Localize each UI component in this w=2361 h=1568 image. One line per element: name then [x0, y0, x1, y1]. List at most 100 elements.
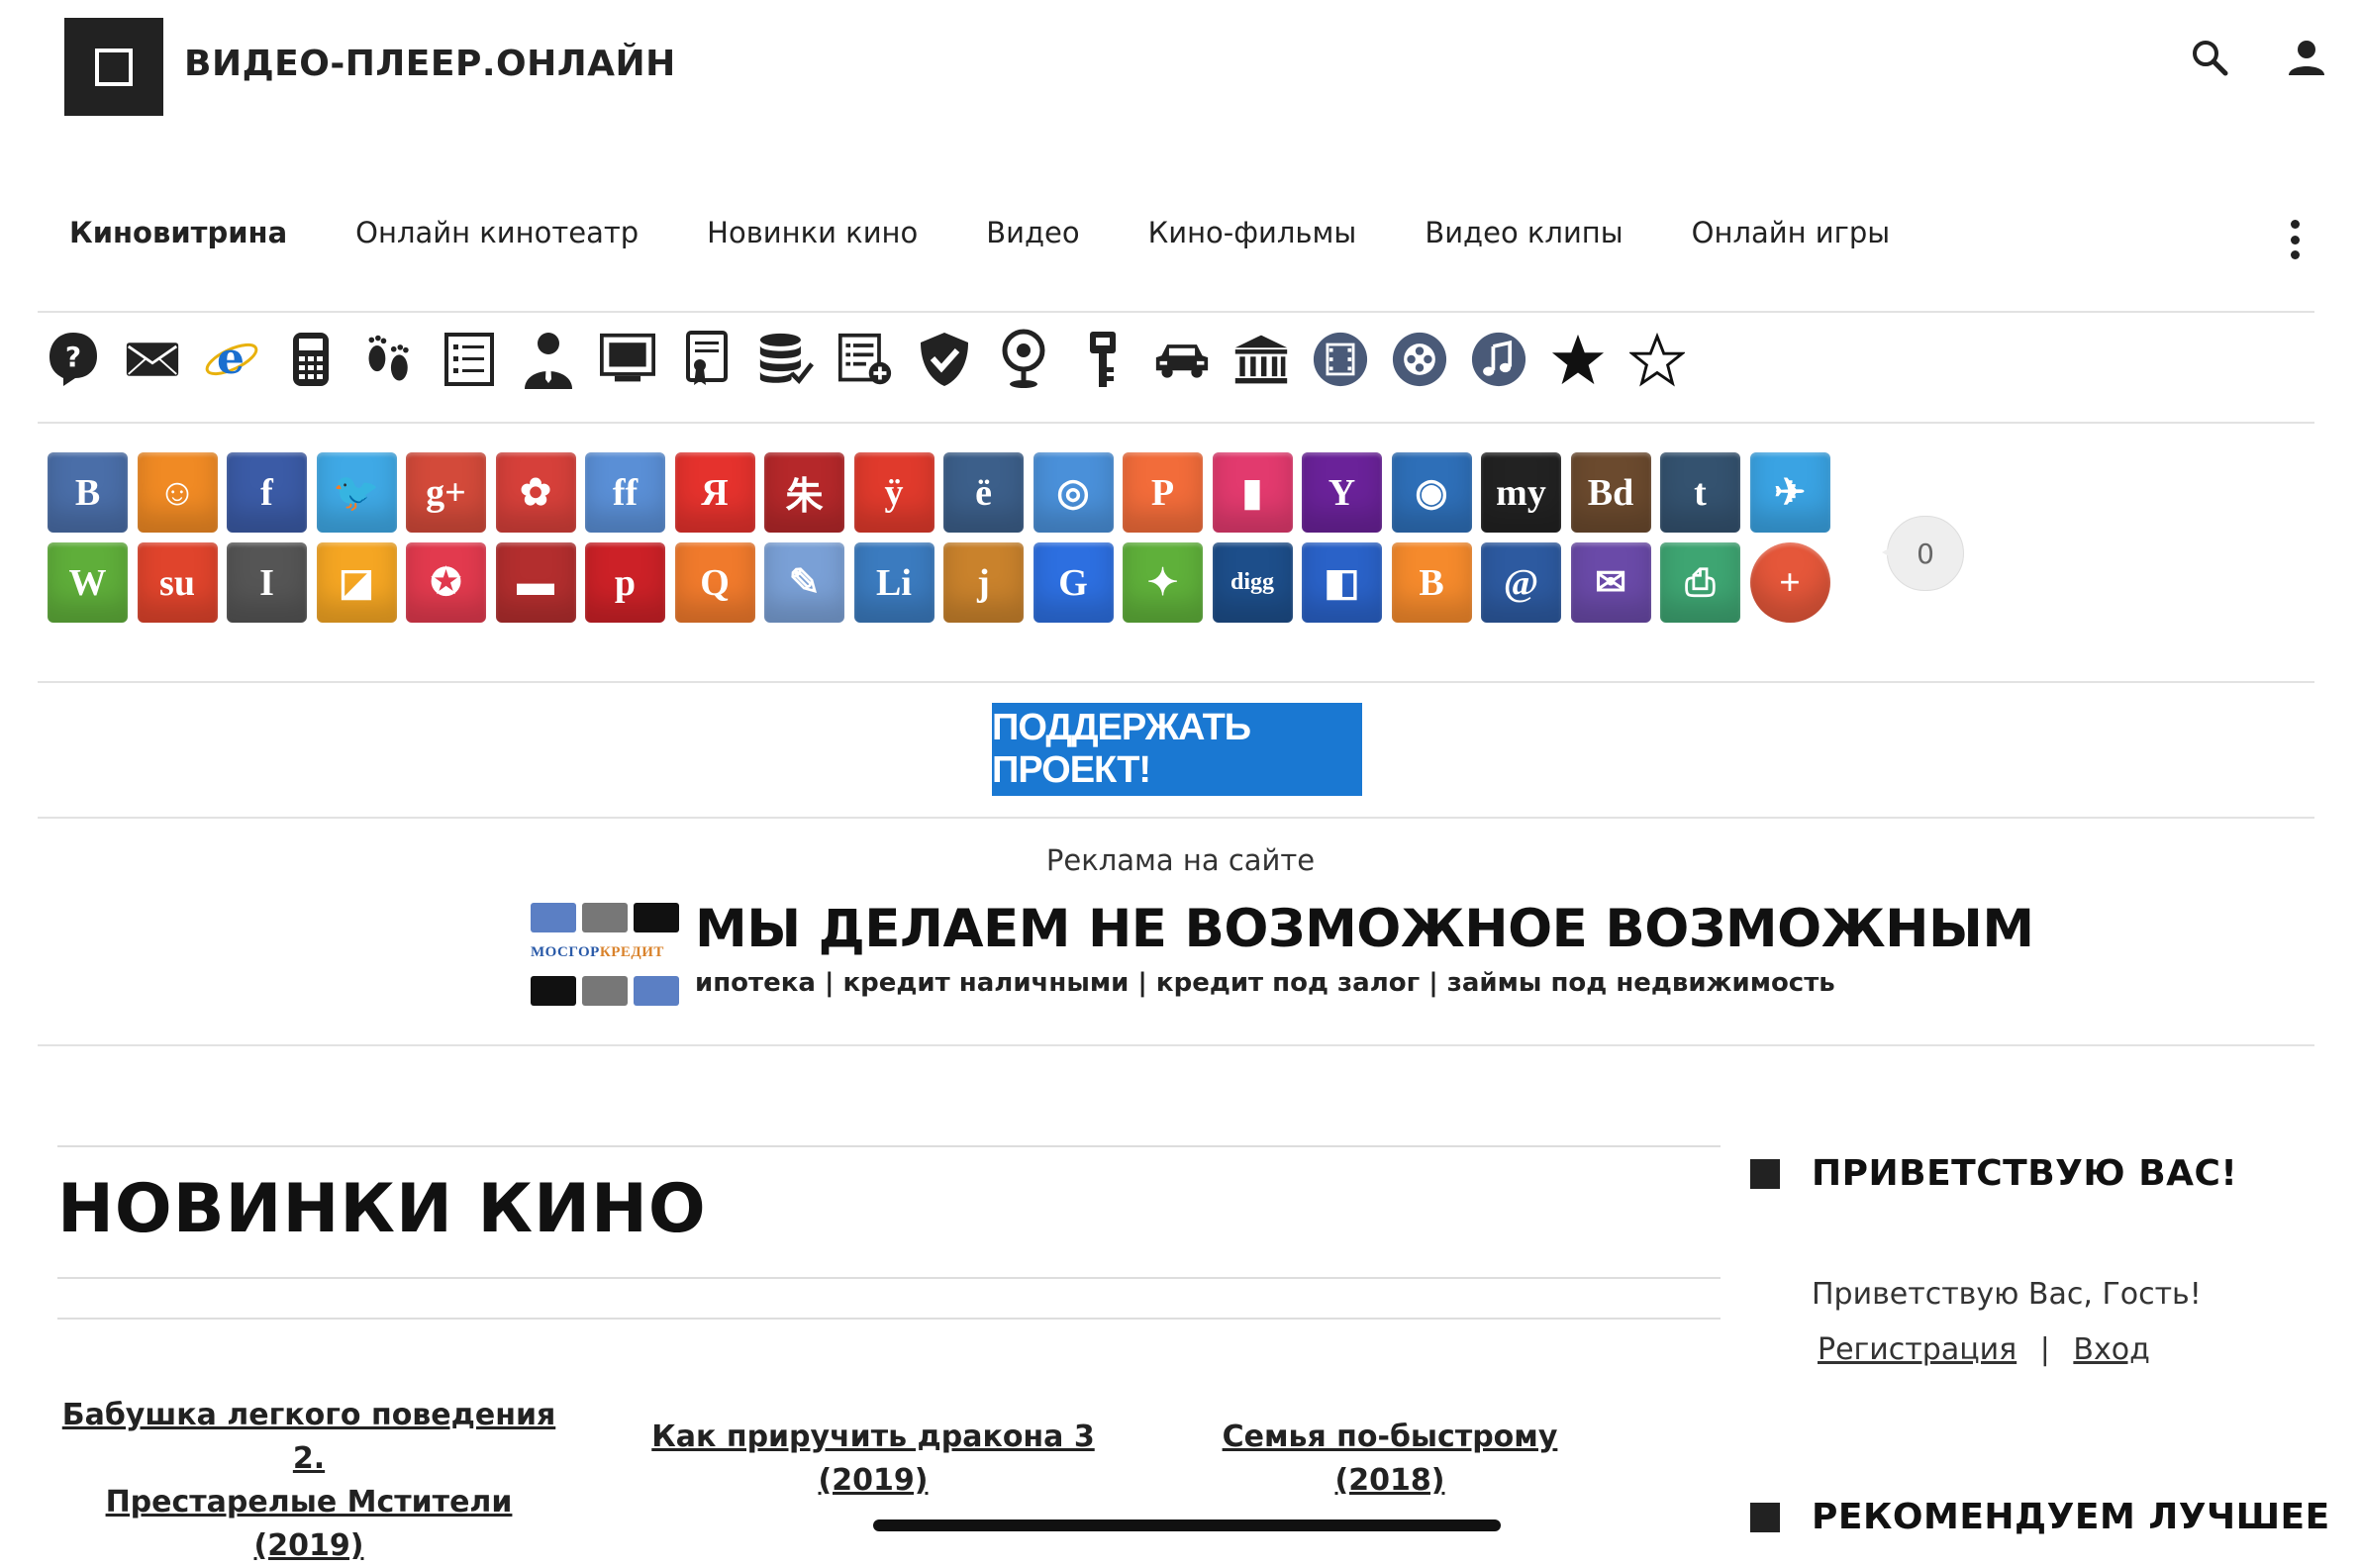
share-webmoney-button[interactable]: ◉ [1391, 452, 1472, 533]
person-icon[interactable] [521, 329, 576, 390]
key-icon[interactable] [1075, 329, 1131, 390]
banner-block-icon [582, 903, 628, 932]
ie-icon[interactable]: e [204, 329, 259, 390]
location-icon[interactable] [996, 329, 1051, 390]
share-linkedin-button[interactable]: Li [853, 542, 935, 623]
banner-block-icon [531, 903, 576, 932]
share-evernote-web-button[interactable]: ◎ [1033, 452, 1114, 533]
section-marker-icon [1750, 1503, 1780, 1532]
share-my-button[interactable]: my [1481, 452, 1561, 533]
share-surfingbird-button[interactable]: 朱 [764, 452, 844, 533]
mail-icon[interactable] [125, 329, 180, 390]
share-wordpress-button[interactable]: W [48, 542, 128, 623]
check-shield-icon[interactable] [917, 329, 972, 390]
nav-item-new-movies[interactable]: Новинки кино [707, 216, 918, 249]
car-icon[interactable] [1154, 329, 1210, 390]
share-yo-button[interactable]: ё [943, 452, 1024, 533]
database-icon[interactable] [758, 329, 814, 390]
more-menu-icon[interactable] [2285, 220, 2305, 259]
share-vkontakte-button[interactable]: B [48, 452, 128, 533]
share-pinme-button[interactable]: P [1123, 452, 1203, 533]
share-mail-button[interactable]: ✉ [1570, 542, 1651, 623]
movie-link[interactable]: Бабушка легкого поведения 2. Престарелые … [61, 1394, 556, 1568]
share-bobrdobr-button[interactable]: Bd [1570, 452, 1651, 533]
auth-links: Регистрация | Вход [1818, 1332, 2150, 1367]
banner-block-icon [531, 976, 576, 1006]
support-project-button[interactable]: ПОДДЕРЖАТЬ ПРОЕКТ! [992, 703, 1362, 796]
list-add-icon[interactable] [837, 329, 893, 390]
nav-item-online-cinema[interactable]: Онлайн кинотеатр [355, 216, 639, 249]
home-indicator [873, 1519, 1501, 1531]
nav-item-video[interactable]: Видео [986, 216, 1079, 249]
tool-icons-bar: ? e [46, 329, 1709, 390]
banner-block-icon [634, 903, 679, 932]
share-yahoo-button[interactable]: Y [1302, 452, 1382, 533]
share-instapaper-button[interactable]: I [227, 542, 307, 623]
movie-link[interactable]: Как приручить дракона 3 (2019) [616, 1416, 1131, 1503]
login-link[interactable]: Вход [2073, 1332, 2149, 1367]
sidebar-welcome-heading: ПРИВЕТСТВУЮ ВАС! [1812, 1153, 2238, 1194]
music-icon[interactable] [1471, 329, 1526, 390]
share-evernote-button[interactable]: ✦ [1123, 542, 1203, 623]
share-tumblr-button[interactable]: t [1660, 452, 1740, 533]
share-stumbleupon-button[interactable]: su [137, 542, 218, 623]
star-outline-icon[interactable] [1629, 329, 1685, 390]
share-search-q-button[interactable]: Q [674, 542, 755, 623]
banner-block-icon [634, 976, 679, 1006]
share-yandex-button[interactable]: Я [674, 452, 755, 533]
divider [38, 422, 2314, 424]
user-icon[interactable] [2283, 34, 2330, 81]
register-link[interactable]: Регистрация [1818, 1332, 2017, 1367]
share-feed-button[interactable]: ◪ [316, 542, 397, 623]
divider [38, 1044, 2314, 1046]
share-facebook-button[interactable]: f [227, 452, 307, 533]
nav-item-kinovitrina[interactable]: Киновитрина [69, 216, 287, 249]
share-odnoklassniki-button[interactable]: ☺ [137, 452, 218, 533]
share-hitomi-button[interactable]: ✈ [1749, 452, 1830, 533]
monitor-icon[interactable] [600, 329, 655, 390]
section-marker-icon [1750, 1159, 1780, 1189]
certificate-icon[interactable] [679, 329, 735, 390]
share-delicious-button[interactable]: ◧ [1302, 542, 1382, 623]
share-google-plus-button[interactable]: g+ [406, 452, 486, 533]
list-icon[interactable] [442, 329, 497, 390]
ad-label: Реклама на сайте [1045, 843, 1316, 877]
share-twitter-button[interactable]: 🐦 [316, 452, 397, 533]
share-blogger-button[interactable]: B [1391, 542, 1472, 623]
nav-item-online-games[interactable]: Онлайн игры [1692, 216, 1891, 249]
share-friendfeed-button[interactable]: ff [585, 452, 665, 533]
svg-text:e: e [217, 334, 245, 384]
nav-item-films[interactable]: Кино-фильмы [1148, 216, 1357, 249]
calculator-icon[interactable] [283, 329, 339, 390]
divider [38, 311, 2314, 313]
divider [38, 817, 2314, 819]
reel-icon[interactable] [1392, 329, 1447, 390]
site-title[interactable]: ВИДЕО-ПЛЕЕР.ОНЛАЙН [184, 44, 676, 84]
share-more-button[interactable]: + [1749, 542, 1830, 623]
bank-icon[interactable] [1233, 329, 1289, 390]
share-moi-mir-button[interactable]: ✿ [495, 452, 576, 533]
share-juick-button[interactable]: j [943, 542, 1024, 623]
sidebar-recommend-heading: РЕКОМЕНДУЕМ ЛУЧШЕЕ [1812, 1497, 2330, 1537]
search-icon[interactable] [2186, 34, 2233, 81]
share-sofa-button[interactable]: ▬ [495, 542, 576, 623]
movie-link[interactable]: Семья по-быстрому (2018) [1172, 1416, 1608, 1503]
share-print-button[interactable]: ⎙ [1660, 542, 1740, 623]
divider [38, 681, 2314, 683]
share-bookmark-button[interactable]: ▮ [1212, 452, 1293, 533]
share-pinterest-button[interactable]: p [585, 542, 665, 623]
site-logo[interactable] [64, 18, 163, 116]
ad-banner[interactable]: МОСГОРКРЕДИТ МЫ ДЕЛАЕМ НЕ ВОЗМОЖНОЕ ВОЗМ… [529, 899, 2034, 1008]
share-liveinternet-button[interactable]: ÿ [853, 452, 935, 533]
help-icon[interactable]: ? [46, 329, 101, 390]
share-circle-star-button[interactable]: ✪ [406, 542, 486, 623]
star-filled-icon[interactable] [1550, 329, 1606, 390]
share-google-button[interactable]: G [1033, 542, 1114, 623]
share-digg-button[interactable]: digg [1212, 542, 1293, 623]
film-icon[interactable] [1313, 329, 1368, 390]
nav-item-video-clips[interactable]: Видео клипы [1425, 216, 1623, 249]
footprints-icon[interactable] [362, 329, 418, 390]
share-email-at-button[interactable]: @ [1481, 542, 1561, 623]
banner-subline: ипотека | кредит наличными | кредит под … [695, 968, 1835, 998]
share-pencil-button[interactable]: ✎ [764, 542, 844, 623]
